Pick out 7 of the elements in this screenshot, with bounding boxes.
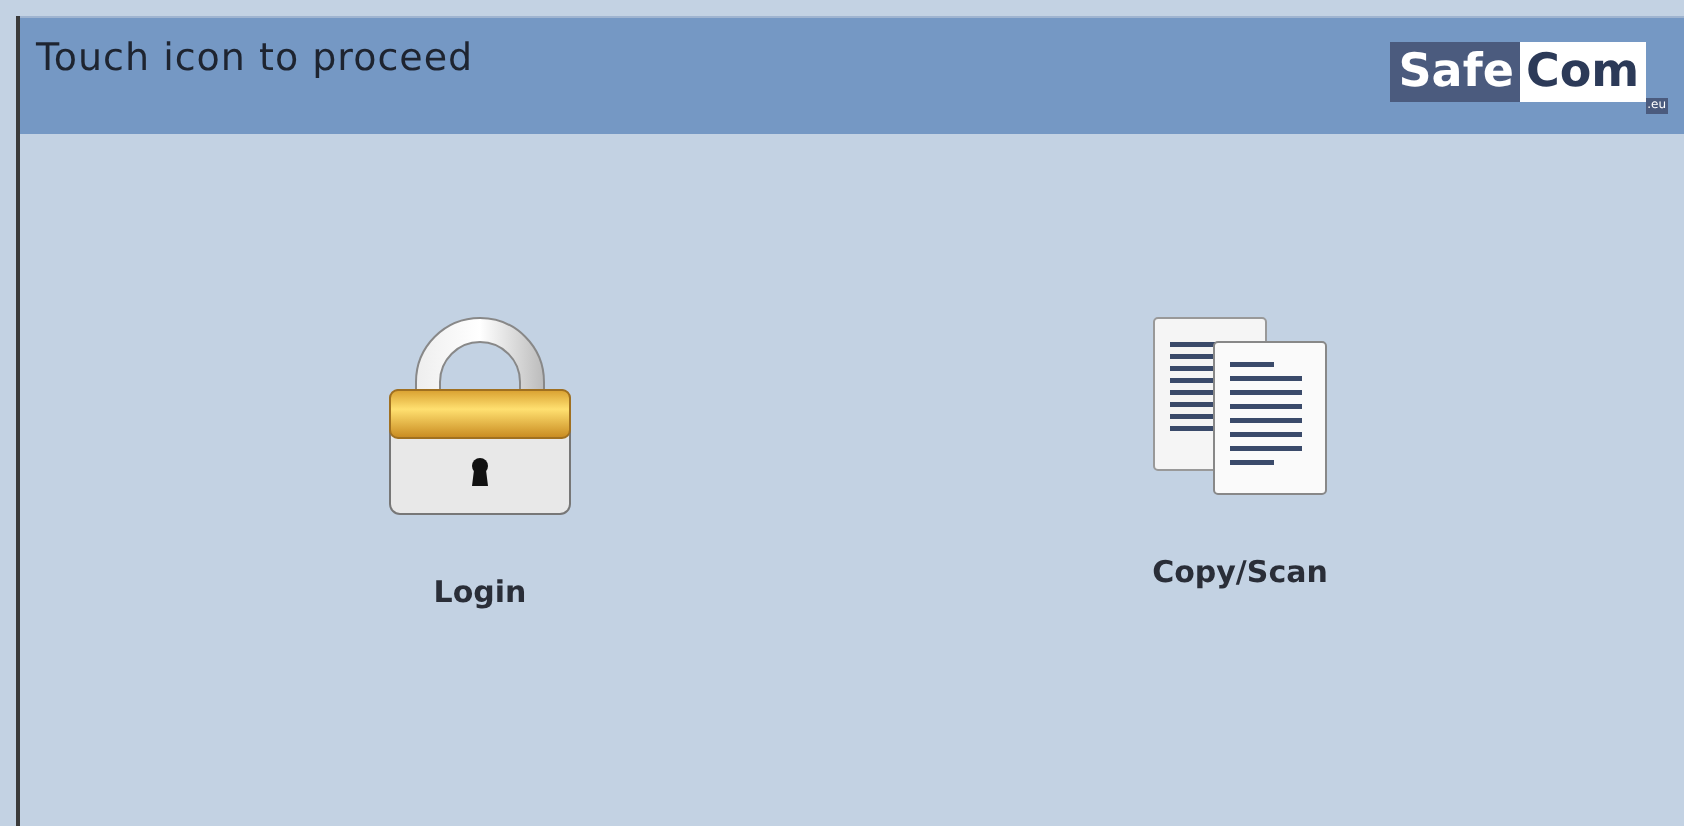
logo-text: Com — [1519, 42, 1646, 102]
documents-icon — [1150, 314, 1330, 498]
padlock-icon — [388, 314, 572, 518]
instruction-text: Touch icon to proceed — [36, 36, 474, 80]
logo-text: Safe — [1390, 42, 1520, 102]
menu-tile[interactable]: Copy/Scan — [980, 314, 1500, 826]
menu-tile[interactable]: Login — [220, 314, 740, 826]
